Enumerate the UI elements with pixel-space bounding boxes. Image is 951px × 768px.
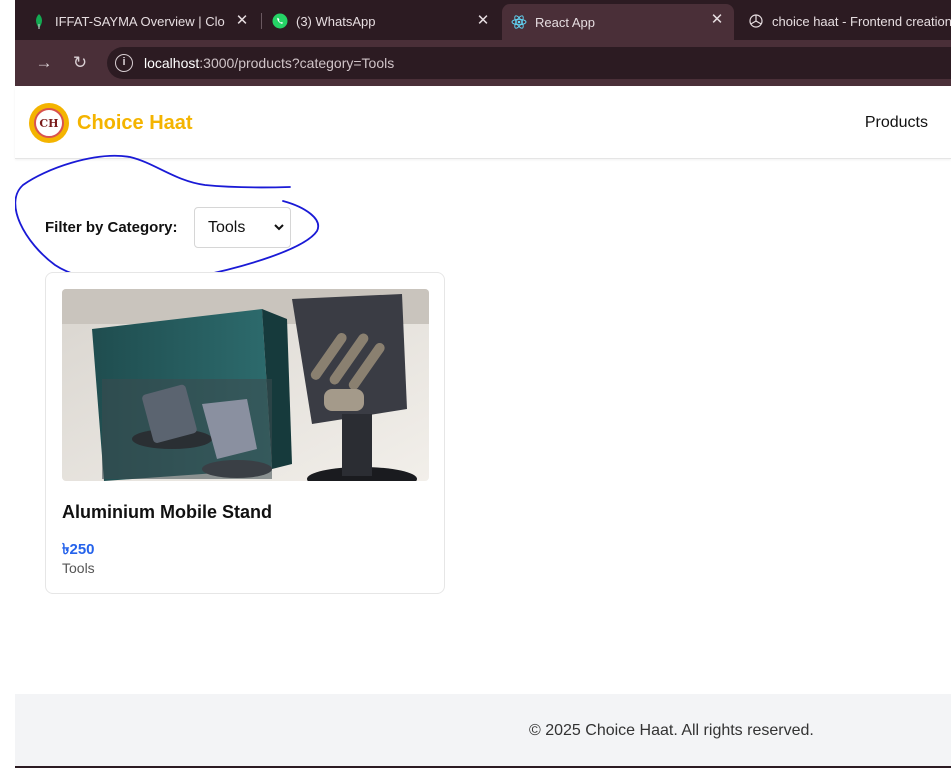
tab-chatgpt[interactable]: choice haat - Frontend creation	[748, 5, 951, 37]
category-select[interactable]: Tools	[194, 207, 291, 248]
address-bar[interactable]: i localhost:3000/products?category=Tools	[107, 47, 951, 79]
window-edge	[0, 0, 15, 768]
close-icon[interactable]: ✕	[474, 12, 492, 30]
tab-separator	[261, 13, 262, 29]
close-icon[interactable]: ✕	[233, 12, 251, 30]
react-icon	[511, 14, 527, 30]
url-text: localhost:3000/products?category=Tools	[144, 55, 394, 71]
browser-toolbar: → ↻ i localhost:3000/products?category=T…	[15, 40, 951, 86]
site-info-icon[interactable]: i	[115, 54, 133, 72]
page-content: CH Choice Haat Products Filter by Catego…	[15, 87, 951, 768]
tab-bar: IFFAT-SAYMA Overview | Cloud ✕ (3) Whats…	[15, 0, 951, 40]
leaf-icon	[31, 13, 47, 29]
logo-emblem: CH	[34, 108, 64, 138]
footer-copyright: © 2025 Choice Haat. All rights reserved.	[529, 722, 814, 739]
close-icon[interactable]: ✕	[708, 11, 726, 29]
reload-icon[interactable]: ↻	[69, 52, 91, 74]
nav-link-products[interactable]: Products	[865, 114, 928, 132]
filter-label: Filter by Category:	[45, 219, 178, 236]
tab-title: IFFAT-SAYMA Overview | Cloud	[55, 13, 225, 29]
tab-title: React App	[535, 14, 595, 30]
site-navbar: CH Choice Haat Products	[15, 87, 951, 159]
product-category: Tools	[62, 560, 95, 576]
tab-title: choice haat - Frontend creation	[772, 13, 951, 29]
chatgpt-icon	[748, 13, 764, 29]
chevron-down-icon	[274, 224, 284, 231]
tab-react-app[interactable]: React App ✕	[502, 4, 734, 40]
url-host: localhost	[144, 55, 200, 71]
product-card[interactable]: Aluminium Mobile Stand ৳250 Tools	[45, 272, 445, 594]
tab-cloud-overview[interactable]: IFFAT-SAYMA Overview | Cloud ✕	[31, 5, 259, 37]
category-select-value: Tools	[208, 218, 246, 236]
product-name[interactable]: Aluminium Mobile Stand	[62, 502, 272, 523]
brand-logo[interactable]: CH	[29, 103, 69, 143]
browser-window: IFFAT-SAYMA Overview | Cloud ✕ (3) Whats…	[0, 0, 951, 768]
product-image	[62, 289, 429, 481]
mobile-stand-photo	[62, 289, 429, 481]
whatsapp-icon	[272, 13, 288, 29]
tab-whatsapp[interactable]: (3) WhatsApp ✕	[272, 5, 500, 37]
site-footer: © 2025 Choice Haat. All rights reserved.	[15, 694, 951, 766]
brand-name[interactable]: Choice Haat	[77, 112, 193, 135]
forward-icon[interactable]: →	[33, 52, 55, 74]
tab-title: (3) WhatsApp	[296, 13, 376, 29]
url-path: :3000/products?category=Tools	[199, 55, 395, 71]
